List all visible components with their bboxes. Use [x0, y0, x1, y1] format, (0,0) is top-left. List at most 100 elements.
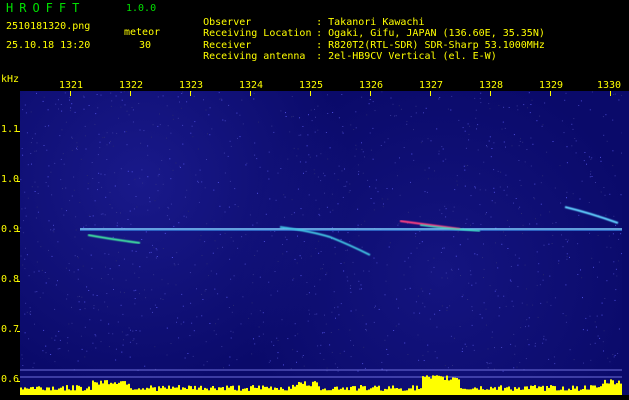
noise-pixel	[83, 108, 85, 110]
level-bar	[204, 387, 206, 395]
level-bar	[412, 385, 414, 395]
noise-pixel	[172, 169, 174, 171]
noise-pixel	[337, 179, 339, 181]
level-bar	[160, 388, 162, 395]
noise-pixel	[517, 286, 519, 288]
noise-pixel	[103, 136, 105, 138]
noise-pixel	[350, 291, 352, 293]
noise-pixel	[29, 313, 31, 315]
noise-pixel	[400, 108, 402, 110]
noise-pixel	[110, 105, 112, 107]
noise-pixel	[436, 357, 438, 359]
noise-pixel	[486, 324, 487, 326]
noise-pixel	[24, 268, 26, 270]
noise-pixel	[55, 335, 57, 337]
noise-pixel	[455, 255, 457, 257]
level-bar	[210, 387, 212, 395]
noise-pixel	[579, 198, 581, 200]
noise-pixel	[287, 338, 289, 340]
noise-pixel	[320, 268, 322, 270]
noise-pixel	[566, 253, 568, 255]
level-bar	[480, 386, 482, 395]
noise-pixel	[123, 339, 124, 341]
noise-pixel	[449, 305, 451, 307]
noise-pixel	[326, 367, 328, 369]
noise-pixel	[331, 351, 333, 353]
noise-pixel	[164, 232, 166, 234]
noise-pixel	[208, 275, 210, 277]
noise-pixel	[368, 270, 370, 272]
noise-pixel	[491, 336, 493, 338]
noise-pixel	[206, 159, 207, 160]
noise-pixel	[501, 243, 503, 245]
noise-pixel	[527, 107, 528, 109]
noise-pixel	[436, 326, 438, 328]
noise-pixel	[373, 257, 375, 259]
noise-pixel	[407, 257, 409, 259]
level-bar	[556, 390, 558, 395]
noise-pixel	[365, 323, 367, 325]
noise-pixel	[491, 200, 493, 202]
noise-pixel	[447, 108, 449, 110]
noise-pixel	[117, 321, 119, 323]
noise-pixel	[479, 204, 481, 206]
noise-pixel	[174, 264, 176, 266]
level-bar	[28, 388, 30, 395]
noise-pixel	[510, 280, 512, 282]
noise-pixel	[513, 333, 515, 335]
noise-pixel	[514, 345, 516, 347]
noise-pixel	[132, 340, 134, 341]
level-bar	[344, 389, 346, 395]
noise-pixel	[589, 109, 591, 111]
noise-pixel	[251, 353, 253, 355]
noise-pixel	[37, 241, 39, 243]
level-bar	[266, 386, 268, 395]
mode-label: meteor	[124, 27, 161, 38]
noise-pixel	[289, 131, 291, 133]
noise-pixel	[191, 125, 193, 127]
noise-pixel	[497, 295, 499, 297]
noise-pixel	[498, 105, 500, 107]
noise-pixel	[333, 291, 335, 293]
noise-pixel	[68, 323, 70, 325]
noise-pixel	[73, 271, 75, 273]
noise-pixel	[191, 322, 193, 324]
level-bar	[586, 389, 588, 395]
noise-pixel	[533, 197, 535, 199]
noise-pixel	[468, 139, 470, 141]
noise-pixel	[284, 216, 285, 218]
x-tick	[550, 91, 551, 96]
level-bar	[570, 390, 572, 395]
y-tick-label: 1.1	[1, 124, 20, 135]
noise-pixel	[172, 114, 174, 116]
noise-pixel	[131, 171, 133, 173]
noise-pixel	[79, 309, 81, 311]
level-bar	[594, 385, 596, 395]
noise-pixel	[54, 361, 56, 363]
noise-pixel	[244, 263, 246, 265]
noise-pixel	[314, 131, 316, 133]
noise-pixel	[362, 363, 364, 365]
level-bar	[548, 387, 550, 395]
noise-pixel	[329, 211, 331, 213]
noise-pixel	[43, 145, 45, 146]
noise-pixel	[27, 164, 29, 166]
level-bar	[368, 389, 370, 395]
level-bar	[532, 386, 534, 395]
level-bar	[232, 385, 234, 395]
level-bar	[418, 389, 420, 395]
level-bar	[196, 389, 198, 395]
noise-pixel	[486, 362, 488, 363]
noise-pixel	[271, 235, 273, 237]
noise-pixel	[438, 153, 440, 155]
noise-pixel	[138, 103, 140, 104]
noise-pixel	[168, 208, 170, 210]
noise-pixel	[172, 118, 174, 120]
noise-pixel	[151, 289, 153, 291]
noise-pixel	[505, 305, 507, 307]
noise-pixel	[536, 223, 538, 225]
level-bar	[200, 385, 202, 395]
y-tick	[17, 381, 20, 382]
level-bar	[120, 381, 122, 395]
noise-pixel	[573, 359, 575, 361]
